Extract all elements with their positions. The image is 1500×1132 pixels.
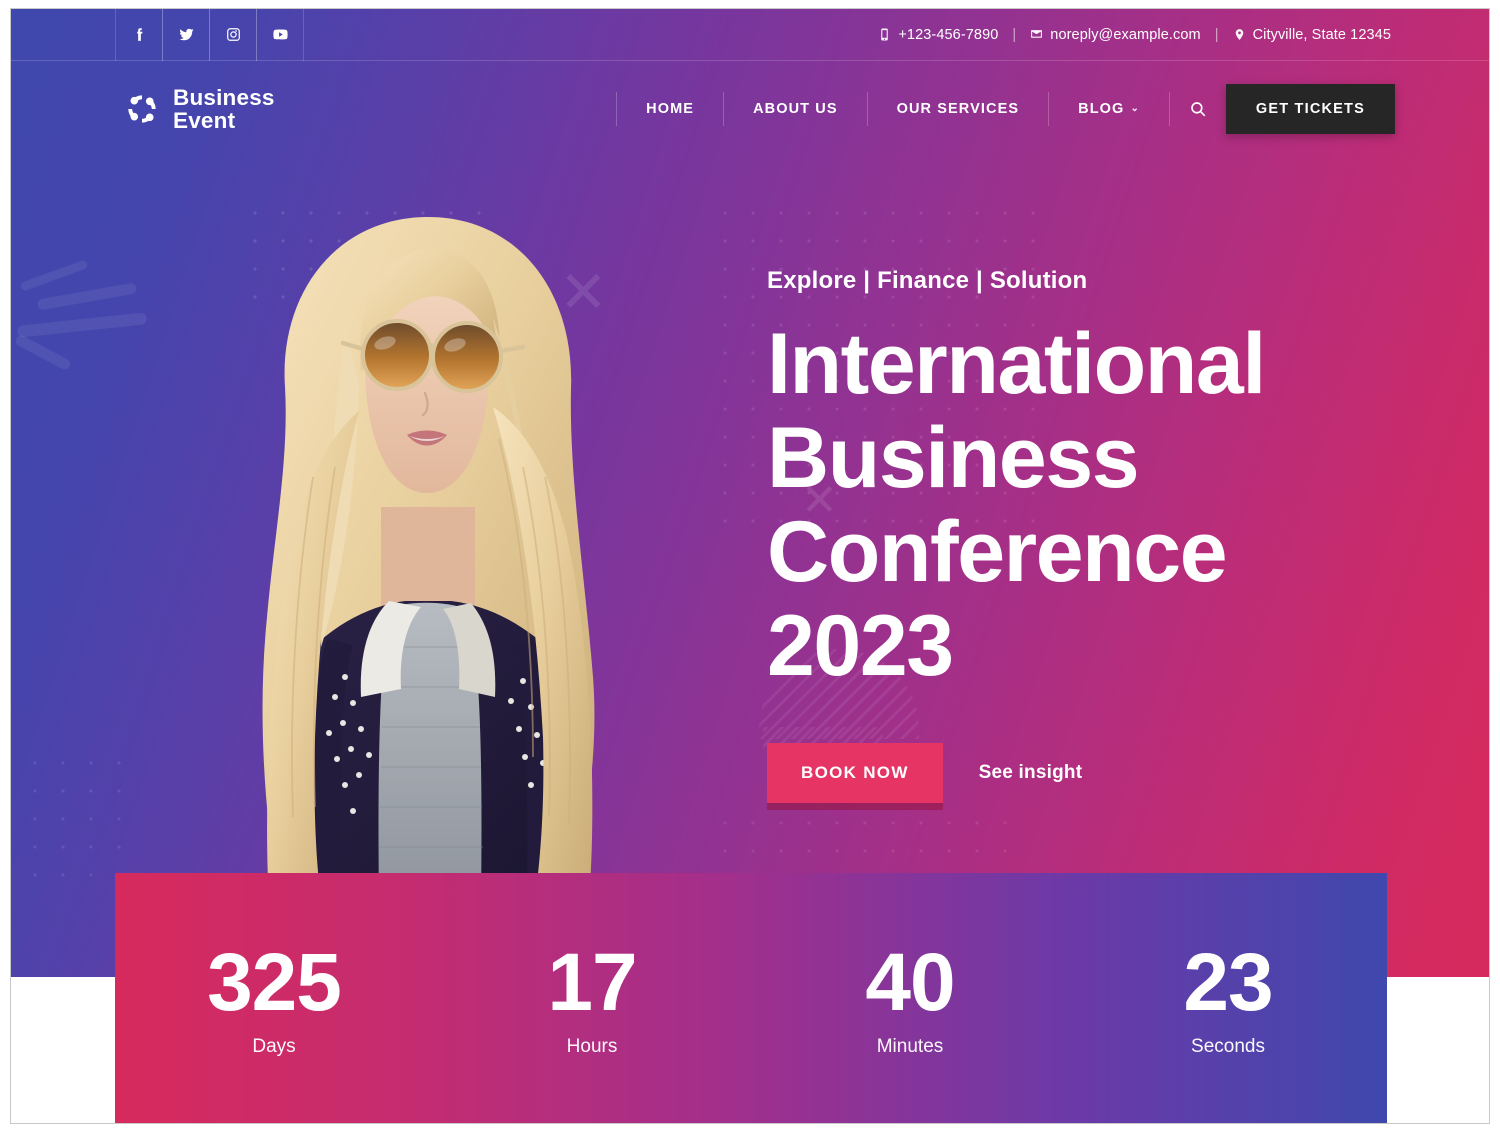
- get-tickets-button[interactable]: GET TICKETS: [1225, 83, 1395, 134]
- countdown-bar: 325 Days 17 Hours 40 Minutes 23 Seconds: [115, 873, 1387, 1123]
- social-link-twitter[interactable]: [162, 9, 210, 61]
- hero-eyebrow: Explore | Finance | Solution: [767, 267, 1088, 294]
- contact-separator: |: [1012, 26, 1017, 43]
- site-logo[interactable]: Business Event: [123, 86, 275, 132]
- contact-phone[interactable]: +123-456-7890: [878, 27, 998, 43]
- nav-item-home[interactable]: HOME: [616, 91, 725, 126]
- chevron-down-icon: ⌄: [1130, 103, 1140, 114]
- logo-text: Business Event: [173, 86, 275, 132]
- logo-line-1: Business: [173, 84, 275, 110]
- contact-info: +123-456-7890 | noreply@example.com | Ci…: [878, 27, 1391, 43]
- wave-decoration: [19, 259, 89, 292]
- hero-title-line-1: International: [767, 316, 1266, 412]
- nav-item-label: BLOG: [1078, 100, 1125, 117]
- twitter-icon: [178, 28, 194, 41]
- screenshot-root: ✕ ✕ ✕: [0, 0, 1500, 1132]
- nav-item-about-us[interactable]: ABOUT US: [724, 91, 868, 126]
- contact-email-text: noreply@example.com: [1050, 26, 1201, 43]
- nav-item-label: ABOUT US: [753, 100, 838, 117]
- envelope-icon: [1031, 30, 1043, 38]
- social-link-instagram[interactable]: [209, 9, 257, 61]
- contact-email[interactable]: noreply@example.com: [1030, 26, 1201, 43]
- countdown-value: 23: [1183, 937, 1273, 1028]
- countdown-label: Minutes: [876, 1036, 944, 1057]
- nav-item-blog[interactable]: BLOG ⌄: [1049, 91, 1170, 126]
- countdown-item-seconds: 23 Seconds: [1069, 940, 1387, 1058]
- hero-title-line-2: Business: [767, 410, 1140, 506]
- search-button[interactable]: [1170, 92, 1226, 126]
- countdown-value: 17: [547, 937, 637, 1028]
- social-links: [115, 9, 304, 61]
- wave-decoration: [13, 333, 73, 372]
- hero-actions: BOOK NOW See insight: [767, 743, 1387, 803]
- main-navbar: Business Event HOME ABOUT US OUR SERVICE…: [11, 61, 1489, 156]
- instagram-icon: [226, 28, 240, 41]
- hero-title-line-4: 2023: [767, 598, 954, 694]
- book-now-button[interactable]: BOOK NOW: [767, 743, 943, 803]
- facebook-icon: [136, 28, 142, 41]
- hero-section: ✕ ✕ ✕: [11, 9, 1489, 977]
- phone-icon: [881, 28, 889, 41]
- social-link-youtube[interactable]: [256, 9, 304, 61]
- social-link-facebook[interactable]: [115, 9, 163, 61]
- top-utility-bar: +123-456-7890 | noreply@example.com | Ci…: [11, 9, 1489, 61]
- countdown-value: 325: [207, 937, 342, 1028]
- countdown-item-days: 325 Days: [115, 940, 433, 1058]
- nav-item-label: HOME: [646, 100, 695, 117]
- wave-decoration: [16, 312, 148, 338]
- hero-photo: [193, 177, 663, 901]
- countdown-label: Hours: [566, 1036, 618, 1057]
- countdown-value: 40: [865, 937, 955, 1028]
- browser-frame: ✕ ✕ ✕: [10, 8, 1490, 1124]
- nav-item-our-services[interactable]: OUR SERVICES: [868, 91, 1050, 126]
- countdown-label: Days: [252, 1036, 296, 1057]
- location-pin-icon: [1235, 29, 1243, 40]
- search-icon: [1191, 101, 1206, 116]
- logo-line-2: Event: [173, 107, 236, 133]
- countdown-item-minutes: 40 Minutes: [751, 940, 1069, 1058]
- contact-address[interactable]: Cityville, State 12345: [1233, 27, 1391, 43]
- wave-decoration: [36, 282, 138, 311]
- countdown-label: Seconds: [1191, 1036, 1265, 1057]
- contact-phone-text: +123-456-7890: [898, 26, 999, 43]
- contact-separator: |: [1214, 26, 1219, 43]
- hero-title-line-3: Conference: [767, 504, 1228, 600]
- page-title: International Business Conference 2023: [767, 317, 1387, 693]
- countdown-item-hours: 17 Hours: [433, 940, 751, 1058]
- nav-item-label: OUR SERVICES: [896, 100, 1020, 117]
- youtube-icon: [272, 29, 288, 40]
- hero-copy: Explore | Finance | Solution Internation…: [767, 267, 1387, 803]
- pinwheel-people-logo-icon: [128, 94, 156, 123]
- contact-address-text: Cityville, State 12345: [1252, 26, 1391, 43]
- see-insight-link[interactable]: See insight: [979, 762, 1083, 784]
- nav-menu: HOME ABOUT US OUR SERVICES BLOG ⌄ GET TI…: [616, 83, 1395, 134]
- woman-portrait-image: [262, 216, 595, 901]
